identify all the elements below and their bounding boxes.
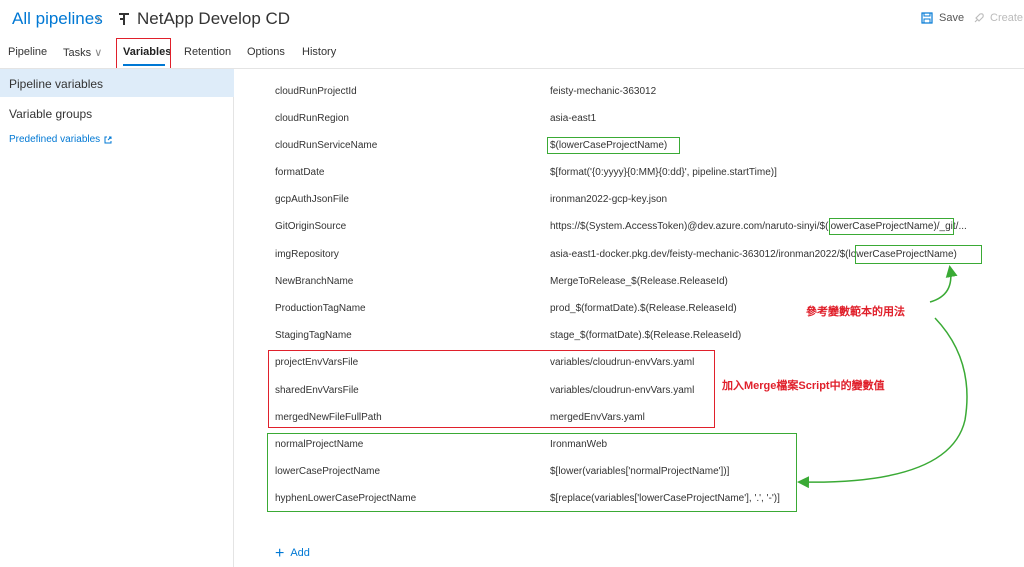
variable-value[interactable]: feisty-mechanic-363012 <box>550 86 656 97</box>
variable-value[interactable]: prod_$(formatDate).$(Release.ReleaseId) <box>550 303 737 314</box>
variable-name[interactable]: gcpAuthJsonFile <box>275 194 349 205</box>
project-name-variables-highlight-box <box>267 433 797 512</box>
variable-name[interactable]: StagingTagName <box>275 330 352 341</box>
variable-name[interactable]: ProductionTagName <box>275 303 366 314</box>
tab-tasks-label: Tasks <box>63 47 92 59</box>
variable-value[interactable]: asia-east1 <box>550 113 596 124</box>
variable-name[interactable]: cloudRunServiceName <box>275 140 377 151</box>
external-link-icon <box>104 136 112 143</box>
add-variable-button[interactable]: + Add <box>275 544 310 562</box>
predefined-variables-label: Predefined variables <box>9 134 101 145</box>
header: All pipelines › NetApp Develop CD Save C… <box>0 0 1024 38</box>
variables-tab-highlight-box <box>116 38 171 69</box>
rocket-icon <box>974 13 984 23</box>
plus-icon: + <box>275 544 285 562</box>
save-icon <box>921 12 933 24</box>
tab-retention[interactable]: Retention <box>184 46 231 58</box>
tab-pipeline[interactable]: Pipeline <box>8 46 47 58</box>
variable-name[interactable]: cloudRunProjectId <box>275 86 357 97</box>
sidebar-item-variable-groups[interactable]: Variable groups <box>9 107 92 121</box>
sidebar: Pipeline variables Variable groups Prede… <box>0 69 234 567</box>
merge-variables-highlight-box <box>268 350 715 428</box>
merge-note: 加入Merge檔案Script中的變數值 <box>722 380 885 392</box>
variable-value[interactable]: $[format('{0:yyyy}{0:MM}{0:dd}', pipelin… <box>550 167 777 178</box>
highlight-gitoriginsource-value <box>829 218 954 235</box>
save-label: Save <box>939 12 965 24</box>
variable-name[interactable]: cloudRunRegion <box>275 113 349 124</box>
variable-value[interactable]: ironman2022-gcp-key.json <box>550 194 667 205</box>
reference-note: 參考變數範本的用法 <box>806 306 905 318</box>
chevron-down-icon: ∨ <box>94 47 103 59</box>
sidebar-item-pipeline-variables-label: Pipeline variables <box>9 77 104 91</box>
variable-value[interactable]: MergeToRelease_$(Release.ReleaseId) <box>550 276 728 287</box>
variable-name[interactable]: NewBranchName <box>275 276 353 287</box>
variable-name[interactable]: GitOriginSource <box>275 221 346 232</box>
predefined-variables-link[interactable]: Predefined variables <box>9 134 112 145</box>
tab-tasks[interactable]: Tasks ∨ <box>63 46 102 59</box>
variable-value[interactable]: stage_$(formatDate).$(Release.ReleaseId) <box>550 330 741 341</box>
create-button[interactable]: Create <box>973 12 1023 24</box>
chevron-right-icon: › <box>96 10 101 27</box>
variable-name[interactable]: imgRepository <box>275 249 339 260</box>
tab-options[interactable]: Options <box>247 46 285 58</box>
add-label: Add <box>290 547 310 559</box>
save-button[interactable]: Save <box>921 12 964 24</box>
arrow-to-project-name-box <box>797 317 968 489</box>
arrow-to-imgrepository <box>929 265 958 303</box>
highlight-imgrepository-value <box>855 245 982 264</box>
page-title: NetApp Develop CD <box>137 9 291 28</box>
tab-history[interactable]: History <box>302 46 336 58</box>
pipeline-icon <box>119 13 129 25</box>
highlight-cloudrunservicename-value <box>547 137 680 154</box>
breadcrumb-all-pipelines[interactable]: All pipelines <box>12 9 103 29</box>
variable-name[interactable]: formatDate <box>275 167 324 178</box>
create-label: Create <box>990 12 1024 24</box>
